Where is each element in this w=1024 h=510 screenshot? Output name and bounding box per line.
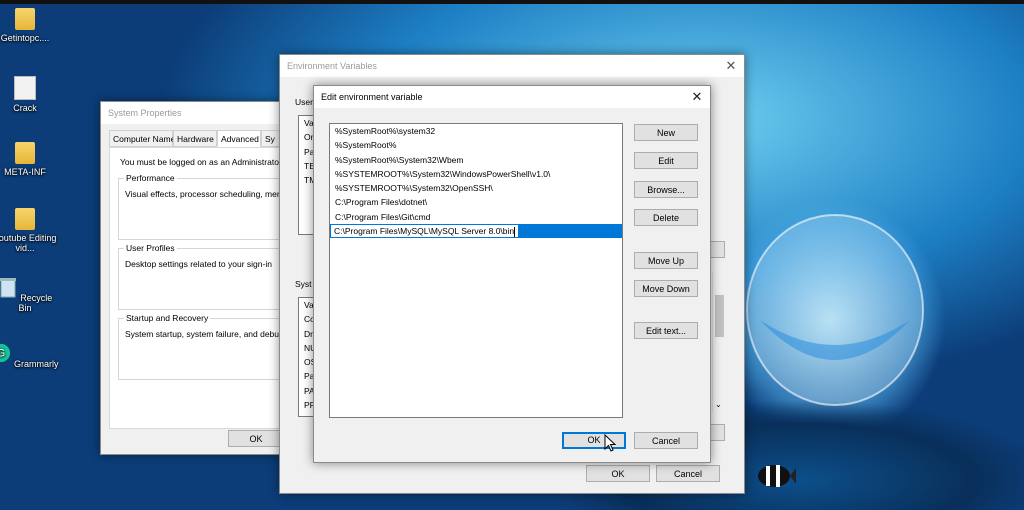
path-entry[interactable]: %SYSTEMROOT%\System32\WindowsPowerShell\… — [330, 167, 622, 181]
desktop-icon-crack[interactable]: Crack — [0, 76, 60, 113]
environment-ok-button[interactable]: OK — [586, 465, 650, 482]
tab-hardware[interactable]: Hardware — [173, 130, 217, 147]
desktop-icon-label: Youtube Editing vid... — [0, 233, 57, 253]
user-profiles-label: User Profiles — [124, 243, 177, 253]
system-properties-title: System Properties — [101, 102, 301, 124]
path-entry-edit-text: C:\Program Files\MySQL\MySQL Server 8.0\… — [334, 226, 515, 237]
edit-button[interactable]: Edit — [634, 152, 698, 169]
desktop-icon-meta-inf[interactable]: META-INF — [0, 142, 60, 177]
mouse-pointer-icon — [604, 434, 616, 452]
advanced-tab-panel: You must be logged on as an Administrato… — [109, 147, 302, 429]
close-icon[interactable]: ✕ — [724, 59, 738, 73]
edit-text-button[interactable]: Edit text... — [634, 322, 698, 339]
performance-label: Performance — [124, 173, 177, 183]
grammarly-icon: G — [0, 343, 11, 363]
scrollbar-thumb[interactable] — [715, 295, 724, 337]
desktop-icon-label: Getintopc.... — [0, 33, 50, 43]
environment-cancel-button[interactable]: Cancel — [656, 465, 720, 482]
path-entry[interactable]: %SystemRoot% — [330, 138, 622, 152]
svg-text:G: G — [0, 348, 6, 360]
chevron-down-icon[interactable]: ⌄ — [715, 400, 722, 409]
path-entry[interactable]: %SYSTEMROOT%\System32\OpenSSH\ — [330, 181, 622, 195]
recycle-bin-icon — [0, 278, 16, 298]
desktop-icon-label: Grammarly — [14, 359, 59, 369]
user-variables-group-label: User — [295, 97, 313, 107]
move-down-button[interactable]: Move Down — [634, 280, 698, 297]
performance-group: Performance Visual effects, processor sc… — [118, 173, 302, 240]
performance-text: Visual effects, processor scheduling, me… — [125, 189, 292, 199]
startup-recovery-label: Startup and Recovery — [124, 313, 211, 323]
fishbowl-wallpaper-icon — [746, 214, 924, 406]
path-entry-edit-field[interactable]: C:\Program Files\MySQL\MySQL Server 8.0\… — [330, 224, 520, 239]
browse-button[interactable]: Browse... — [634, 181, 698, 198]
app-icon — [14, 76, 36, 100]
admin-note: You must be logged on as an Administrato… — [120, 157, 292, 167]
path-entry-editing[interactable]: C:\Program Files\MySQL\MySQL Server 8.0\… — [330, 224, 622, 239]
folder-icon — [15, 208, 35, 230]
edit-dialog-title: Edit environment variable — [314, 86, 710, 108]
edit-dialog-ok-button[interactable]: OK — [562, 432, 626, 449]
edit-dialog-cancel-button[interactable]: Cancel — [634, 432, 698, 449]
desktop-icon-getintopc[interactable]: Getintopc.... — [0, 8, 60, 43]
folder-icon — [15, 142, 35, 164]
system-variables-scrollbar[interactable]: ⌄ — [712, 273, 726, 411]
delete-button[interactable]: Delete — [634, 209, 698, 226]
tab-advanced[interactable]: Advanced — [217, 130, 261, 147]
user-profiles-text: Desktop settings related to your sign-in — [125, 259, 272, 269]
desktop-icon-grammarly[interactable]: G Grammarly — [0, 342, 60, 369]
desktop-icon-label: META-INF — [4, 167, 46, 177]
tab-computer-name[interactable]: Computer Name — [109, 130, 175, 147]
text-caret — [514, 226, 516, 237]
clownfish-wallpaper-icon — [758, 465, 796, 487]
top-edge — [0, 0, 1024, 4]
move-up-button[interactable]: Move Up — [634, 252, 698, 269]
startup-recovery-group: Startup and Recovery System startup, sys… — [118, 313, 302, 380]
desktop-icon-label: Crack — [13, 103, 37, 113]
path-entry[interactable]: C:\Program Files\Git\cmd — [330, 210, 622, 224]
path-entry[interactable]: %SystemRoot%\System32\Wbem — [330, 153, 622, 167]
desktop-icon-youtube[interactable]: Youtube Editing vid... — [0, 208, 60, 253]
environment-variables-title: Environment Variables — [280, 55, 744, 77]
system-properties-window[interactable]: System Properties Computer Name Hardware… — [100, 101, 302, 455]
close-icon[interactable]: ✕ — [690, 90, 704, 104]
system-variables-group-label: Syst — [295, 279, 312, 289]
path-entry[interactable]: %SystemRoot%\system32 — [330, 124, 622, 138]
path-entries-list[interactable]: %SystemRoot%\system32 %SystemRoot% %Syst… — [329, 123, 623, 418]
desktop-icon-recycle-bin[interactable]: Recycle Bin — [0, 276, 60, 313]
system-properties-ok-button[interactable]: OK — [228, 430, 284, 447]
edit-environment-variable-dialog[interactable]: Edit environment variable ✕ %SystemRoot%… — [313, 85, 711, 463]
user-profiles-group: User Profiles Desktop settings related t… — [118, 243, 302, 310]
startup-recovery-text: System startup, system failure, and debu… — [125, 329, 291, 339]
path-entry[interactable]: C:\Program Files\dotnet\ — [330, 195, 622, 209]
desktop-icon-label: Recycle Bin — [18, 293, 53, 313]
folder-icon — [15, 8, 35, 30]
new-button[interactable]: New — [634, 124, 698, 141]
